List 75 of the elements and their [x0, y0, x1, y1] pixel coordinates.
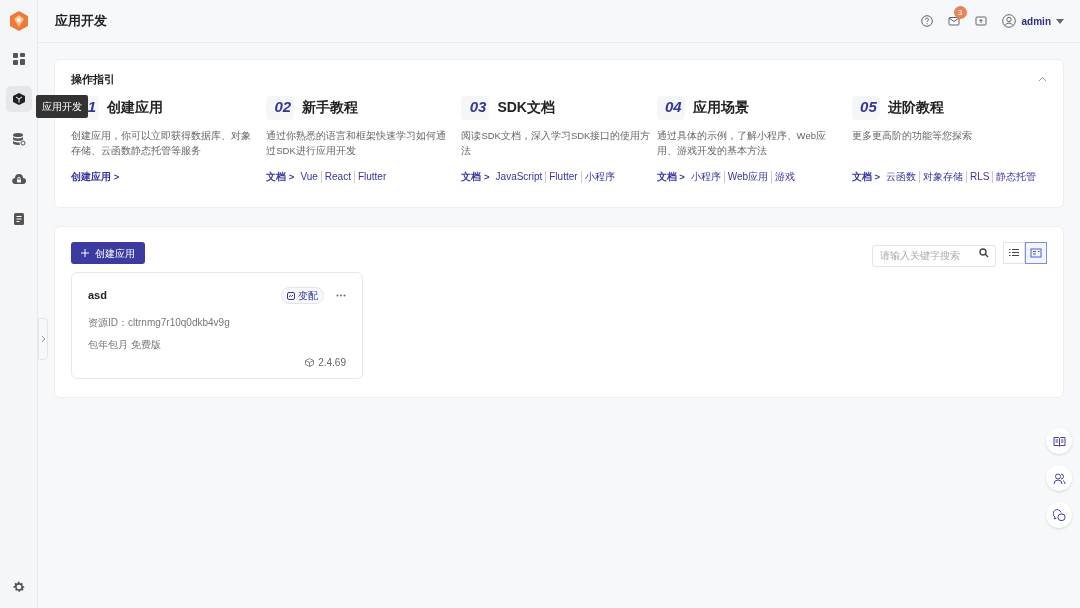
topic-link[interactable]: RLS [966, 170, 993, 183]
search-icon[interactable] [979, 248, 989, 258]
topic-link[interactable]: 游戏 [771, 170, 799, 183]
chart-icon [287, 291, 295, 300]
wallet-icon[interactable] [974, 15, 987, 27]
step-description: 阅读SDK文档，深入学习SDK接口的使用方法 [461, 128, 651, 158]
docs-link[interactable]: 文档 > [266, 169, 295, 184]
collapse-toggle[interactable] [38, 318, 48, 360]
chat-float-button[interactable] [1046, 502, 1072, 528]
topic-link[interactable]: 云函数 [883, 170, 919, 183]
step-number: 02 [266, 95, 295, 120]
topic-link[interactable]: Flutter [545, 170, 581, 183]
step-number: 05 [851, 95, 880, 120]
topic-link[interactable]: React [320, 170, 354, 183]
create-app-button[interactable]: 创建应用 [71, 242, 145, 264]
version-icon [305, 358, 315, 367]
step-description: 通过你熟悉的语言和框架快速学习如何通过SDK进行应用开发 [266, 128, 448, 158]
topic-link[interactable]: JavaScript [492, 170, 546, 183]
app-name: asd [88, 288, 108, 304]
page-title: 应用开发 [55, 12, 107, 31]
step-title: SDK文档 [497, 98, 555, 117]
help-icon[interactable] [920, 15, 933, 27]
notification-badge: 3 [953, 6, 967, 19]
topic-link[interactable]: Flutter [353, 170, 390, 183]
cloud-lock-icon [11, 172, 26, 186]
version-label: 2.4.69 [318, 356, 346, 370]
topic-link[interactable]: 小程序 [687, 170, 724, 183]
step-number: 04 [656, 95, 685, 120]
caret-down-icon[interactable] [1056, 18, 1064, 24]
docs-float-button[interactable] [1046, 428, 1072, 454]
logo-icon[interactable] [7, 10, 30, 32]
document-icon [11, 212, 26, 226]
section-title: 操作指引 [71, 72, 115, 87]
topic-link[interactable]: Web应用 [723, 170, 772, 183]
contact-float-button[interactable] [1046, 465, 1072, 491]
chat-icon [1052, 508, 1066, 522]
view-toggle[interactable] [1025, 242, 1047, 264]
settings-icon[interactable] [11, 580, 26, 594]
user-menu[interactable]: admin [1021, 13, 1051, 29]
topic-link[interactable]: 对象存储 [919, 170, 966, 183]
step-title: 新手教程 [302, 98, 359, 117]
app-card[interactable]: asd 变配 资源ID：cltrnmg7r10q0dkb4v9g 包年包月 免费版 2.4.69 [71, 272, 363, 379]
people-icon [1052, 471, 1066, 485]
step-number: 03 [461, 95, 490, 120]
docs-link[interactable]: 创建应用 > [71, 169, 120, 184]
collapse-icon[interactable] [1038, 76, 1047, 83]
topic-link[interactable]: 小程序 [580, 170, 618, 183]
user-avatar-icon[interactable] [1001, 14, 1016, 28]
step-title: 进阶教程 [887, 98, 944, 117]
docs-link[interactable]: 文档 > [461, 169, 490, 184]
sidebar-item[interactable] [5, 86, 32, 112]
tooltip: 应用开发 [36, 95, 88, 118]
database-icon [11, 132, 26, 146]
chevron-right-icon [40, 335, 46, 343]
list-view-icon [1008, 247, 1020, 259]
step-title: 创建应用 [107, 98, 163, 117]
book-icon [1052, 435, 1066, 447]
more-icon[interactable] [336, 294, 346, 297]
plan-label: 包年包月 免费版 [88, 338, 162, 352]
step-description: 更多更高阶的功能等您探索 [851, 128, 973, 143]
plus-icon [81, 249, 89, 257]
dashboard-icon [11, 52, 26, 66]
topic-link[interactable]: Vue [297, 170, 321, 183]
docs-link[interactable]: 文档 > [656, 169, 685, 184]
step-title: 应用场景 [692, 98, 749, 117]
cube-icon [11, 92, 26, 106]
step-description: 创建应用，你可以立即获得数据库、对象存储、云函数静态托管等服务 [71, 128, 252, 158]
step-description: 通过具体的示例，了解小程序、Web应用、游戏开发的基本方法 [656, 128, 827, 158]
card-view-icon [1030, 247, 1042, 259]
scale-button[interactable]: 变配 [281, 287, 324, 304]
docs-link[interactable]: 文档 > [851, 169, 880, 184]
resource-id: 资源ID：cltrnmg7r10q0dkb4v9g [88, 316, 231, 330]
mail-icon[interactable] [947, 15, 960, 27]
search-field[interactable]: 请输入关键字搜索 [872, 244, 996, 267]
topic-link[interactable]: 静态托管 [992, 170, 1040, 183]
